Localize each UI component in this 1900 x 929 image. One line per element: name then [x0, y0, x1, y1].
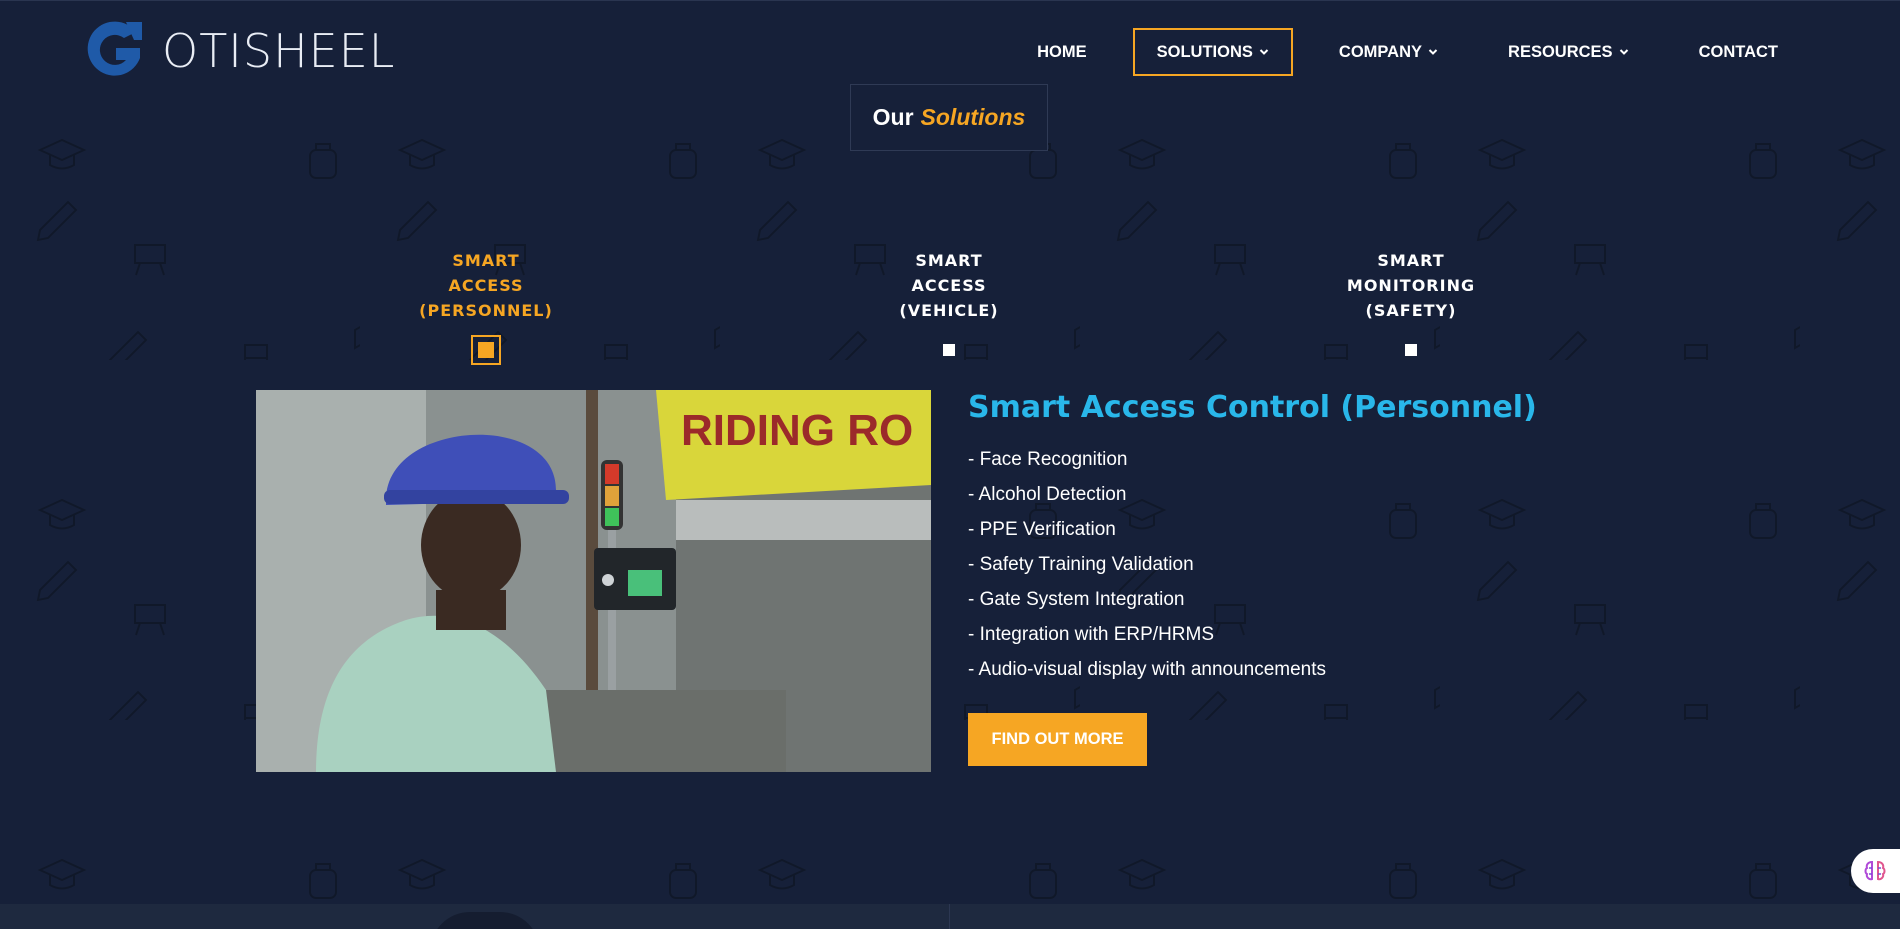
nav-item-label: HOME [1037, 42, 1087, 61]
list-item: - Safety Training Validation [968, 554, 1194, 575]
feature-list: - Face Recognition - Alcohol Detection -… [968, 442, 1608, 687]
nav-item-home[interactable]: HOME [1013, 28, 1111, 76]
nav-item-solutions[interactable]: SOLUTIONS [1132, 28, 1293, 76]
tab-indicator [934, 335, 964, 365]
list-item: - Integration with ERP/HRMS [968, 624, 1215, 645]
chevron-down-icon [1619, 49, 1628, 55]
list-item: - Alcohol Detection [968, 484, 1127, 505]
worker-at-access-gate-photo: RIDING RO [256, 390, 931, 772]
nav-item-label: RESOURCES [1508, 42, 1613, 61]
tab-smart-access-vehicle[interactable]: SMART ACCESS (VEHICLE) [819, 248, 1079, 365]
list-item: - Audio-visual display with announcement… [968, 659, 1327, 680]
tab-indicator [1396, 335, 1426, 365]
tab-smart-access-personnel[interactable]: SMART ACCESS (PERSONNEL) [356, 248, 616, 365]
next-section-divider [949, 904, 950, 929]
nav-item-label: CONTACT [1698, 42, 1778, 61]
brain-icon [1864, 860, 1886, 881]
next-section-strip [0, 904, 1900, 929]
nav-item-label: SOLUTIONS [1156, 42, 1253, 61]
tab-label: SMART ACCESS (PERSONNEL) [419, 251, 553, 320]
photo-banner-text: RIDING RO [681, 406, 913, 455]
nav-item-contact[interactable]: CONTACT [1675, 28, 1802, 76]
main-nav: HOME SOLUTIONS COMPANY RESOURCES CONTACT [991, 28, 1802, 76]
nav-item-resources[interactable]: RESOURCES [1484, 28, 1653, 76]
solution-title: Smart Access Control (Personnel) [968, 390, 1537, 425]
section-heading-word1: Our [872, 104, 914, 130]
find-out-more-button[interactable]: FIND OUT MORE [968, 713, 1147, 766]
assistant-widget[interactable] [1851, 849, 1900, 893]
site-logo[interactable]: OTISHEEL [82, 18, 395, 84]
tab-label: SMART ACCESS (VEHICLE) [899, 251, 999, 320]
tab-label: SMART MONITORING (SAFETY) [1346, 251, 1476, 320]
logo-wordmark: OTISHEEL [162, 24, 396, 78]
chevron-down-icon [1259, 49, 1269, 55]
section-heading-word2: Solutions [920, 104, 1026, 130]
tab-indicator [471, 335, 501, 365]
logo-mark-icon [87, 21, 142, 76]
chevron-down-icon [1428, 49, 1438, 55]
solution-detail: Smart Access Control (Personnel) - Face … [968, 388, 1608, 766]
list-item: - Gate System Integration [968, 589, 1185, 610]
tab-smart-monitoring-safety[interactable]: SMART MONITORING (SAFETY) [1281, 248, 1541, 365]
list-item: - Face Recognition [968, 449, 1128, 470]
nav-item-company[interactable]: COMPANY [1315, 28, 1462, 76]
list-item: - PPE Verification [968, 519, 1116, 540]
nav-item-label: COMPANY [1338, 42, 1423, 61]
section-heading: Our Solutions [850, 84, 1048, 151]
